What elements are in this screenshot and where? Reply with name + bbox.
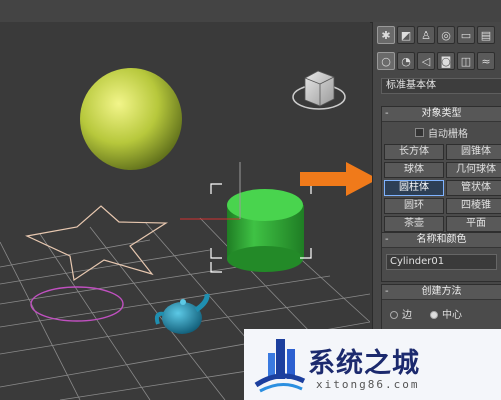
teapot-button[interactable]: 茶壶 — [384, 216, 444, 232]
create-tab-icon[interactable]: ✱ — [377, 26, 395, 44]
creation-method-header[interactable]: - 创建方法 — [382, 285, 501, 300]
center-radio[interactable] — [430, 311, 438, 319]
name-color-header[interactable]: - 名称和颜色 — [382, 233, 501, 248]
sphere-button[interactable]: 球体 — [384, 162, 444, 178]
autogrid-row[interactable]: 自动栅格 — [382, 124, 501, 140]
orange-pointer-arrow — [300, 162, 378, 196]
hierarchy-tab-icon[interactable]: ♙ — [417, 26, 435, 44]
object-type-header[interactable]: - 对象类型 — [382, 107, 501, 122]
pyramid-button[interactable]: 四棱锥 — [446, 198, 501, 214]
autogrid-checkbox[interactable] — [415, 127, 424, 137]
tube-button[interactable]: 管状体 — [446, 180, 501, 196]
helpers-icon[interactable]: ◫ — [457, 52, 475, 70]
object-name-field[interactable]: Cylinder01 — [386, 254, 497, 270]
display-tab-icon[interactable]: ▭ — [457, 26, 475, 44]
viewcube-gizmo[interactable] — [292, 70, 346, 110]
cone-button[interactable]: 圆锥体 — [446, 144, 501, 160]
watermark-brand: 系统之城 — [308, 348, 420, 379]
creation-method-rollout: - 创建方法 边 中心 — [381, 284, 501, 330]
teapot-object[interactable] — [154, 293, 210, 334]
create-category-tabs: ○ ◔ ◁ ◙ ◫ ≈ — [373, 50, 501, 72]
center-option[interactable]: 中心 — [430, 306, 462, 321]
star-shape[interactable] — [25, 205, 168, 282]
geometry-type-dropdown[interactable]: 标准基本体 — [381, 78, 501, 94]
autogrid-label: 自动栅格 — [428, 128, 468, 140]
geosphere-button[interactable]: 几何球体 — [446, 162, 501, 178]
utilities-tab-icon[interactable]: ▤ — [477, 26, 495, 44]
lights-icon[interactable]: ◁ — [417, 52, 435, 70]
cylinder-object[interactable] — [227, 189, 304, 272]
sphere-object[interactable] — [80, 68, 182, 170]
top-toolbar — [0, 0, 501, 23]
cylinder-button[interactable]: 圆柱体 — [384, 180, 444, 196]
creation-method-options: 边 中心 — [382, 300, 501, 327]
edge-option[interactable]: 边 — [390, 306, 412, 321]
object-type-rollout: - 对象类型 自动栅格 长方体 圆锥体 球体 几何球体 圆柱体 管状体 圆环 四… — [381, 106, 501, 242]
torus-button[interactable]: 圆环 — [384, 198, 444, 214]
spacewarps-icon[interactable]: ≈ — [477, 52, 495, 70]
primitive-buttons: 长方体 圆锥体 球体 几何球体 圆柱体 管状体 圆环 四棱锥 茶壶 平面 — [382, 140, 501, 236]
plane-button[interactable]: 平面 — [446, 216, 501, 232]
cameras-icon[interactable]: ◙ — [437, 52, 455, 70]
box-button[interactable]: 长方体 — [384, 144, 444, 160]
site-watermark: 系统之城 xitong86.com — [244, 329, 501, 400]
modify-tab-icon[interactable]: ◩ — [397, 26, 415, 44]
geometry-icon[interactable]: ○ — [377, 52, 395, 70]
motion-tab-icon[interactable]: ◎ — [437, 26, 455, 44]
shapes-icon[interactable]: ◔ — [397, 52, 415, 70]
edge-radio[interactable] — [390, 311, 398, 319]
name-color-rollout: - 名称和颜色 Cylinder01 — [381, 232, 501, 282]
city-logo-icon — [254, 339, 306, 393]
command-panel-tabs: ✱ ◩ ♙ ◎ ▭ ▤ — [373, 24, 501, 46]
watermark-url: xitong86.com — [316, 378, 420, 391]
